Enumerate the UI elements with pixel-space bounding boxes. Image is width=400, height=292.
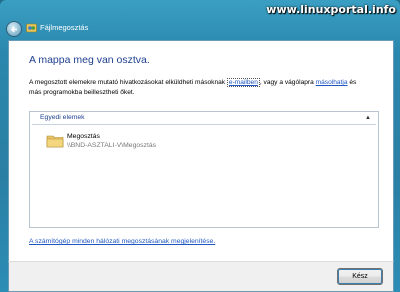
window-title: Fájlmegosztás xyxy=(40,23,89,32)
copy-link[interactable]: másolhatja xyxy=(316,79,348,86)
share-name[interactable]: Megosztás xyxy=(67,133,100,140)
group-label: Egyedi elemek xyxy=(40,114,85,121)
dialog-footer: Kész xyxy=(8,261,394,292)
shared-items-list[interactable]: Egyedi elemek ▲ Megosztás \\BND-ASZTALI-… xyxy=(29,111,379,228)
dialog-content: A mappa meg van osztva. A megosztott ele… xyxy=(8,40,394,262)
back-arrow-icon xyxy=(10,25,17,33)
collapse-chevron-icon[interactable]: ▲ xyxy=(365,115,371,121)
folder-icon xyxy=(46,135,64,148)
group-header[interactable]: Egyedi elemek ▲ xyxy=(32,114,376,125)
share-icon xyxy=(26,23,37,33)
done-button[interactable]: Kész xyxy=(337,268,383,285)
desc-text-1: A megosztott elemekre mutató hivatkozáso… xyxy=(29,79,227,86)
watermark: www.linuxportal.info xyxy=(266,3,396,16)
back-button[interactable] xyxy=(6,21,22,37)
desc-text-2: , vagy a vágólapra xyxy=(259,79,316,86)
description: A megosztott elemekre mutató hivatkozáso… xyxy=(29,78,369,98)
email-link[interactable]: e-mailben xyxy=(226,78,260,87)
page-heading: A mappa meg van osztva. xyxy=(29,54,150,66)
show-all-shares-link[interactable]: A számítógép minden hálózati megosztásán… xyxy=(29,238,215,245)
share-path: \\BND-ASZTALI-V\Megosztás xyxy=(67,142,157,149)
